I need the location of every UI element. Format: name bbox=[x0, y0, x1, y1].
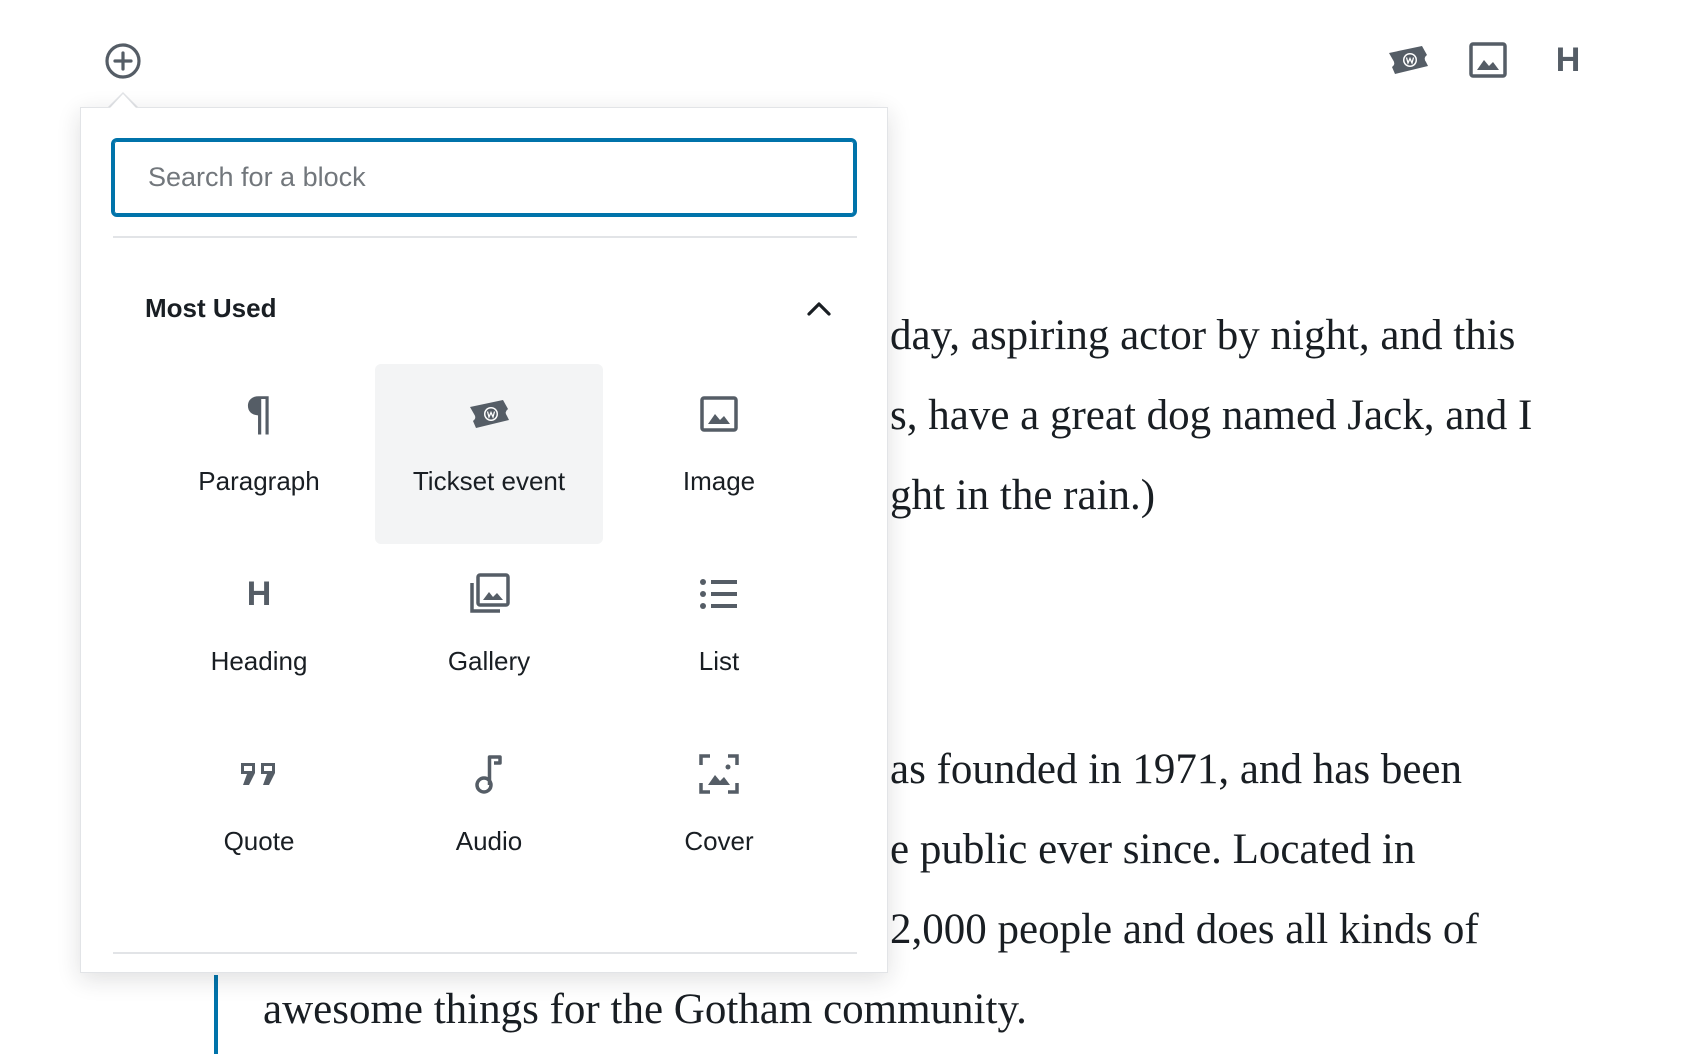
block-item-label: Heading bbox=[210, 646, 308, 676]
block-item-list[interactable]: List bbox=[605, 544, 833, 724]
block-item-paragraph[interactable]: ¶ Paragraph bbox=[145, 364, 373, 544]
block-item-gallery[interactable]: Gallery bbox=[375, 544, 603, 724]
image-icon bbox=[700, 396, 738, 432]
block-item-heading[interactable]: H Heading bbox=[145, 544, 373, 724]
article-line: day, aspiring actor by night, and this bbox=[890, 312, 1516, 359]
block-toolbar: H bbox=[1368, 36, 1608, 84]
tickset-icon bbox=[1389, 46, 1428, 74]
article-line: awesome things for the Gotham community. bbox=[263, 986, 1027, 1033]
block-item-tickset-event[interactable]: Tickset event bbox=[375, 364, 603, 544]
most-used-panel-toggle[interactable]: Most Used bbox=[113, 268, 857, 348]
quote-icon bbox=[241, 763, 275, 785]
divider bbox=[113, 952, 857, 954]
block-item-label: List bbox=[698, 646, 740, 676]
block-item-quote[interactable]: Quote bbox=[145, 724, 373, 904]
article-line: s, have a great dog named Jack, and I bbox=[890, 392, 1533, 439]
cover-icon bbox=[699, 754, 739, 794]
panel-title: Most Used bbox=[145, 292, 277, 323]
article-line: ght in the rain.) bbox=[890, 472, 1156, 519]
block-item-label: Quote bbox=[223, 826, 295, 856]
block-item-label: Audio bbox=[455, 826, 523, 856]
block-item-label: Gallery bbox=[447, 646, 531, 676]
block-item-cover[interactable]: Cover bbox=[605, 724, 833, 904]
article-line: 2,000 people and does all kinds of bbox=[890, 906, 1479, 953]
heading-icon: H bbox=[246, 574, 272, 613]
block-item-label: Tickset event bbox=[412, 466, 566, 496]
popover-arrow-fill bbox=[110, 94, 136, 108]
plus-circle-icon bbox=[105, 43, 141, 79]
divider bbox=[113, 236, 857, 238]
toolbar-heading-button[interactable]: H bbox=[1528, 36, 1608, 84]
toolbar-image-button[interactable] bbox=[1448, 36, 1528, 84]
toolbar-tickset-button[interactable] bbox=[1368, 36, 1448, 84]
list-icon bbox=[700, 579, 737, 609]
tickset-icon bbox=[470, 400, 509, 428]
block-item-label: Cover bbox=[684, 826, 754, 856]
heading-icon: H bbox=[1555, 40, 1581, 79]
block-inserter-popover: Most Used ¶ Paragraph Tickset event bbox=[80, 107, 888, 973]
block-search-input[interactable] bbox=[111, 138, 857, 217]
block-item-audio[interactable]: Audio bbox=[375, 724, 603, 904]
search-wrapper bbox=[111, 138, 857, 217]
quote-border bbox=[214, 975, 218, 1054]
block-item-label: Paragraph bbox=[198, 466, 320, 496]
chevron-up-icon bbox=[807, 302, 831, 316]
block-item-label: Image bbox=[682, 466, 756, 496]
article-line: e public ever since. Located in bbox=[890, 826, 1416, 873]
block-item-image[interactable]: Image bbox=[605, 364, 833, 544]
audio-icon bbox=[475, 755, 502, 794]
image-icon bbox=[1469, 42, 1507, 78]
paragraph-icon: ¶ bbox=[244, 387, 274, 441]
add-block-button[interactable] bbox=[102, 40, 144, 82]
gallery-icon bbox=[470, 573, 510, 613]
article-line: as founded in 1971, and has been bbox=[890, 746, 1462, 793]
block-list: ¶ Paragraph Tickset event Image H Headin… bbox=[145, 364, 833, 904]
